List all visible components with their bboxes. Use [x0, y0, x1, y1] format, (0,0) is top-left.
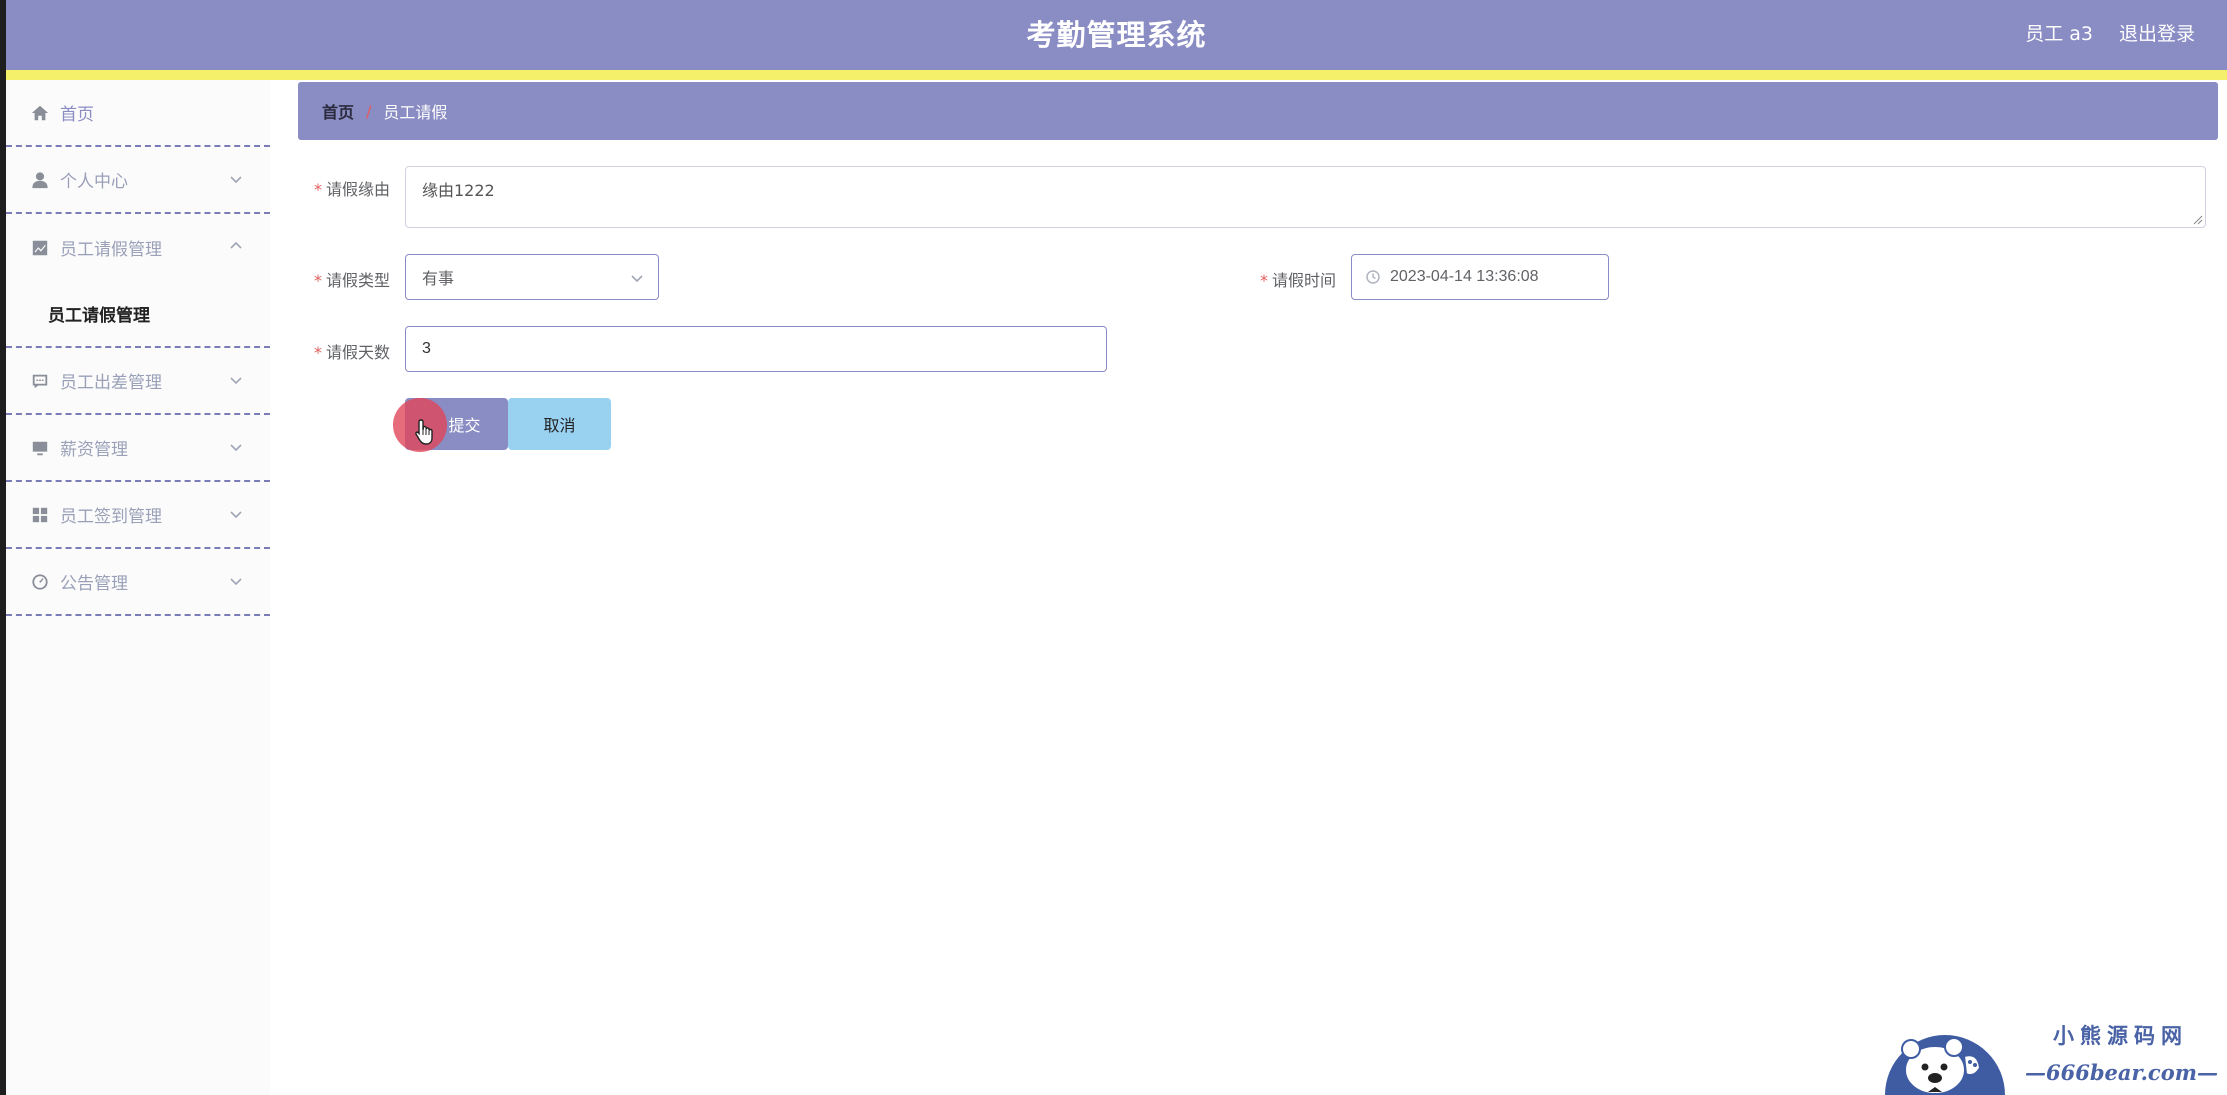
- chevron-down-icon: [228, 372, 244, 388]
- submenu-item-label: 员工请假管理: [48, 306, 150, 326]
- user-icon: [30, 170, 50, 190]
- sidebar-item-label: 薪资管理: [60, 440, 128, 460]
- required-mark: *: [313, 343, 322, 362]
- type-label-text: 请假类型: [325, 271, 390, 290]
- cancel-label: 取消: [543, 416, 576, 435]
- chevron-down-icon: [228, 171, 244, 187]
- required-mark: *: [313, 271, 322, 290]
- sidebar-item-label: 员工出差管理: [60, 373, 162, 393]
- chevron-down-icon: [630, 270, 644, 284]
- sidebar-item-label: 员工签到管理: [60, 507, 162, 527]
- sidebar-item-checkin[interactable]: 员工签到管理: [6, 482, 270, 549]
- chart-icon: [30, 238, 50, 258]
- sidebar-item-home[interactable]: 首页: [6, 80, 270, 147]
- grid-icon: [30, 505, 50, 525]
- sidebar-item-label: 公告管理: [60, 574, 128, 594]
- chevron-down-icon: [228, 573, 244, 589]
- breadcrumb-home-link[interactable]: 首页: [322, 99, 354, 123]
- logout-button[interactable]: 退出登录: [2119, 19, 2195, 46]
- clock-icon: [1366, 270, 1380, 284]
- chat-icon: [30, 371, 50, 391]
- chevron-up-icon: [228, 238, 244, 254]
- breadcrumb-separator: /: [366, 101, 372, 121]
- current-user: 员工 a3: [2025, 23, 2093, 45]
- breadcrumb-current: 员工请假: [383, 103, 448, 122]
- watermark-url: —666bear.com—: [2025, 1060, 2218, 1085]
- sidebar: 首页 个人中心 员工请假管理 员工请假管理 员工出差管理 薪资管理 员工签到管理…: [6, 80, 270, 1095]
- reason-label: * 请假缘由: [300, 176, 390, 200]
- leave-days-value: 3: [422, 340, 431, 357]
- days-label-text: 请假天数: [325, 343, 390, 362]
- leave-days-input[interactable]: 3: [405, 326, 1107, 372]
- bear-logo-icon: [1885, 1035, 2005, 1095]
- sidebar-item-leave-management[interactable]: 员工请假管理: [6, 214, 270, 281]
- leave-type-select[interactable]: 有事: [405, 254, 659, 300]
- type-label: * 请假类型: [300, 267, 390, 291]
- breadcrumb: 首页 / 员工请假: [298, 82, 2218, 140]
- sidebar-item-label: 首页: [60, 105, 94, 125]
- time-label: * 请假时间: [1246, 267, 1336, 291]
- required-mark: *: [313, 180, 322, 199]
- sidebar-item-label: 个人中心: [60, 172, 128, 192]
- gauge-icon: [30, 572, 50, 592]
- sidebar-item-label: 员工请假管理: [60, 240, 162, 260]
- sidebar-item-personal-center[interactable]: 个人中心: [6, 147, 270, 214]
- cancel-button[interactable]: 取消: [508, 398, 611, 450]
- home-icon: [30, 103, 50, 123]
- reason-textarea[interactable]: 缘由1222: [405, 166, 2206, 228]
- reason-label-text: 请假缘由: [325, 180, 390, 199]
- hand-cursor-icon: [415, 419, 433, 445]
- submit-label: 提交: [448, 416, 481, 435]
- sidebar-item-business-trip[interactable]: 员工出差管理: [6, 348, 270, 415]
- required-mark: *: [1259, 271, 1268, 290]
- reason-value: 缘由1222: [422, 181, 495, 200]
- header-accent-bar: [6, 70, 2227, 80]
- leave-time-value: 2023-04-14 13:36:08: [1390, 268, 1539, 285]
- days-label: * 请假天数: [300, 339, 390, 363]
- resize-handle-icon[interactable]: [2193, 215, 2203, 225]
- sidebar-item-salary[interactable]: 薪资管理: [6, 415, 270, 482]
- chevron-down-icon: [228, 439, 244, 455]
- site-watermark: 小熊源码网 —666bear.com—: [1880, 1004, 2227, 1095]
- app-title: 考勤管理系统: [1026, 18, 1207, 52]
- sidebar-item-announcements[interactable]: 公告管理: [6, 549, 270, 616]
- watermark-name: 小熊源码网: [2053, 1023, 2188, 1048]
- submenu-item-leave-management[interactable]: 员工请假管理: [6, 281, 270, 348]
- monitor-icon: [30, 438, 50, 458]
- leave-time-picker[interactable]: 2023-04-14 13:36:08: [1351, 254, 1609, 300]
- leave-type-value: 有事: [422, 269, 455, 288]
- time-label-text: 请假时间: [1271, 271, 1336, 290]
- chevron-down-icon: [228, 506, 244, 522]
- top-header: 考勤管理系统 员工 a3 退出登录: [6, 0, 2227, 70]
